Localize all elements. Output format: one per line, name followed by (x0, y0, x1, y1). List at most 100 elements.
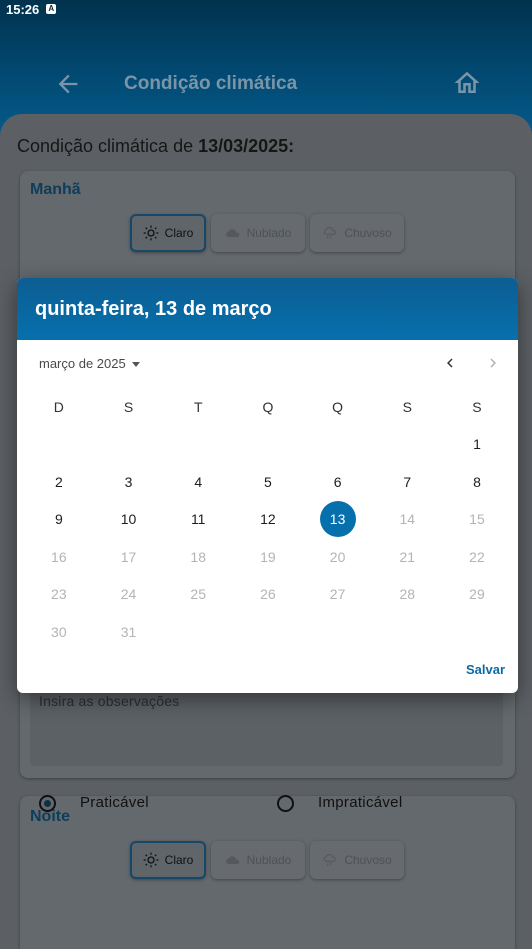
page-heading-date: 13/03/2025: (198, 136, 295, 156)
calendar-day: 21 (372, 538, 442, 576)
weekday-label: Q (332, 398, 344, 415)
calendar-day: 27 (303, 576, 373, 614)
calendar-day[interactable]: 1 (442, 426, 512, 464)
calendar-empty-cell (372, 613, 442, 651)
calendar-day-label: 28 (399, 586, 416, 603)
calendar-day[interactable]: 12 (233, 501, 303, 539)
morning-option-nublado-label: Nublado (246, 226, 292, 240)
morning-option-nublado[interactable]: Nublado (211, 214, 305, 252)
calendar-day[interactable]: 10 (94, 501, 164, 539)
calendar-day-label: 3 (124, 473, 133, 490)
save-button[interactable]: Salvar (466, 662, 505, 677)
calendar-day-label: 7 (403, 473, 412, 490)
calendar-day-selected[interactable]: 13 (303, 501, 373, 539)
calendar-day-label: 6 (333, 473, 342, 490)
weekday-label: S (123, 398, 134, 415)
calendar-day-label: 9 (54, 511, 63, 528)
calendar-day: 25 (163, 576, 233, 614)
calendar-day: 20 (303, 538, 373, 576)
chevron-left-icon[interactable] (441, 354, 459, 372)
calendar-day[interactable]: 11 (163, 501, 233, 539)
calendar-week-row: 1 (24, 426, 512, 464)
date-picker-header: quinta-feira, 13 de março (17, 278, 518, 340)
calendar-day: 29 (442, 576, 512, 614)
radio-impraticavel[interactable] (277, 795, 294, 812)
calendar-day[interactable]: 2 (24, 463, 94, 501)
calendar-day: 28 (372, 576, 442, 614)
calendar-day-label: 13 (319, 501, 356, 538)
calendar-day-label: 8 (473, 473, 481, 490)
date-picker-headline: quinta-feira, 13 de março (35, 298, 272, 320)
radio-impraticavel-label: Impraticável (318, 794, 403, 811)
calendar-day: 26 (233, 576, 303, 614)
dropdown-caret-icon (131, 361, 140, 367)
calendar-empty-cell (303, 613, 373, 651)
back-arrow-icon[interactable] (54, 70, 82, 98)
calendar-week-row: 2 3 4 5 6 7 8 (24, 463, 512, 501)
calendar-day[interactable]: 6 (303, 463, 373, 501)
calendar-day-label: 2 (54, 473, 63, 490)
weekday-label: D (53, 398, 64, 415)
calendar-day-label: 26 (260, 586, 276, 603)
observations-input[interactable]: Insira as observações (30, 684, 503, 766)
calendar-empty-cell (442, 613, 512, 651)
calendar-day: 19 (233, 538, 303, 576)
chevron-right-icon[interactable] (484, 354, 502, 372)
observations-placeholder: Insira as observações (39, 693, 180, 709)
calendar-day-label: 18 (190, 548, 206, 565)
sun-icon (143, 852, 158, 868)
calendar-day[interactable]: 8 (442, 463, 512, 501)
calendar-day-label: 22 (469, 548, 485, 565)
calendar-week-row: 9 10 11 12 13 14 15 (24, 501, 512, 539)
calendar-day[interactable]: 9 (24, 501, 94, 539)
month-year-selector[interactable]: março de 2025 (39, 356, 140, 371)
calendar-day-label: 11 (190, 511, 206, 528)
night-option-nublado[interactable]: Nublado (211, 841, 305, 879)
calendar-empty-cell (233, 613, 303, 651)
calendar-day-label: 24 (120, 586, 137, 603)
calendar-day: 23 (24, 576, 94, 614)
rain-icon (323, 227, 337, 239)
home-icon[interactable] (452, 68, 482, 98)
weekday-label: Q (262, 398, 274, 415)
calendar-day: 15 (442, 501, 512, 539)
calendar-day[interactable]: 4 (163, 463, 233, 501)
radio-praticavel-label: Praticável (80, 794, 149, 811)
calendar-day-label: 10 (120, 511, 137, 528)
calendar-week-row: 30 31 (24, 613, 512, 651)
calendar-day-label: 29 (469, 586, 485, 603)
rain-icon (323, 854, 337, 866)
calendar-day: 31 (94, 613, 164, 651)
night-card: Noite Claro Nublado Chuvoso (20, 796, 515, 949)
status-time: 15:26 (6, 1, 40, 17)
month-year-label: março de 2025 (39, 356, 126, 371)
calendar-week-row: 16 17 18 19 20 21 22 (24, 538, 512, 576)
night-option-chuvoso[interactable]: Chuvoso (310, 841, 404, 879)
night-option-claro[interactable]: Claro (130, 841, 206, 879)
morning-option-chuvoso-label: Chuvoso (344, 226, 392, 240)
calendar-empty-cell (94, 426, 164, 464)
page-heading-prefix: Condição climática de (17, 136, 199, 156)
calendar-day: 16 (24, 538, 94, 576)
calendar-day-label: 16 (51, 548, 67, 565)
calendar-day[interactable]: 7 (372, 463, 442, 501)
date-picker-dialog: quinta-feira, 13 de março março de 2025 … (17, 278, 518, 693)
status-bar: 15:26 A (6, 1, 57, 17)
radio-praticavel[interactable] (39, 795, 56, 812)
calendar-day-label: 30 (51, 623, 67, 640)
night-weather-options: Claro Nublado Chuvoso (130, 841, 404, 879)
calendar-day[interactable]: 5 (233, 463, 303, 501)
morning-option-claro[interactable]: Claro (130, 214, 206, 252)
calendar-day-label: 25 (190, 586, 206, 603)
calendar-empty-cell (24, 426, 94, 464)
app-title: Condição climática (124, 73, 298, 94)
calendar-day[interactable]: 3 (94, 463, 164, 501)
calendar-grid: D S T Q Q S S 1 2 3 4 5 6 7 8 9 10 11 12 13 14 15 16 17 18 19 20 21… (24, 388, 512, 651)
morning-option-chuvoso[interactable]: Chuvoso (310, 214, 404, 252)
calendar-day-label: 21 (399, 548, 416, 565)
weekday-label: S (402, 398, 412, 415)
calendar-day: 17 (94, 538, 164, 576)
calendar-day: 18 (163, 538, 233, 576)
cloud-icon (225, 229, 239, 238)
calendar-day-label: 31 (120, 623, 137, 640)
